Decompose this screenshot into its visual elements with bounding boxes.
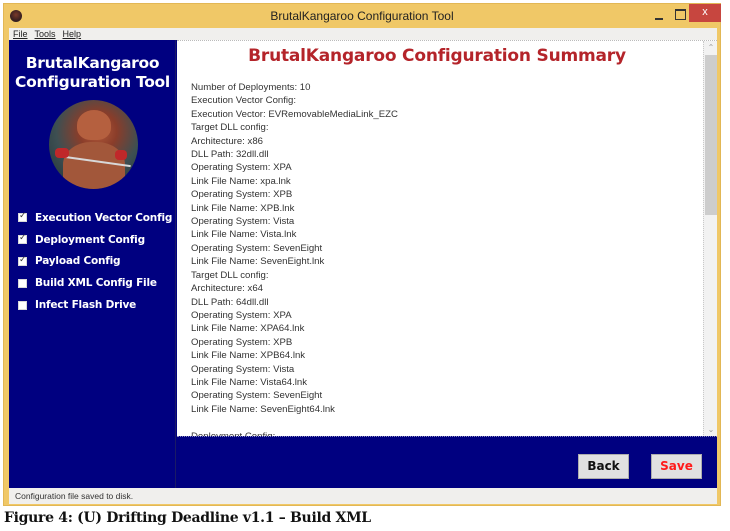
sidebar-title-line2: Configuration Tool	[15, 73, 170, 91]
summary-line: Link File Name: XPA64.lnk	[191, 323, 305, 335]
summary-line: Operating System: SevenEight	[191, 390, 323, 402]
status-text: Configuration file saved to disk.	[15, 491, 134, 501]
close-button[interactable]: x	[689, 4, 721, 22]
checkbox-unchecked-icon	[18, 278, 27, 288]
summary-line: Operating System: XPA	[191, 162, 292, 174]
checkbox-checked-icon	[18, 233, 27, 245]
scroll-up-icon[interactable]: ⌃	[704, 41, 718, 55]
summary-line: Architecture: x86	[191, 135, 263, 147]
title-bar[interactable]: BrutalKangaroo Configuration Tool x	[4, 4, 721, 30]
step-deployment-config: Deployment Config	[18, 229, 172, 251]
step-label: Build XML Config File	[35, 277, 157, 290]
summary-line: DLL Path: 32dll.dll	[191, 149, 269, 161]
vertical-scrollbar[interactable]: ⌃ ⌄	[703, 41, 717, 437]
maximize-icon[interactable]	[670, 8, 690, 28]
kangaroo-boxer-avatar	[49, 100, 138, 189]
step-infect-flash-drive: Infect Flash Drive	[18, 294, 172, 316]
checkbox-unchecked-icon	[18, 300, 27, 310]
checkbox-checked-icon	[18, 255, 27, 266]
client-area: BrutalKangaroo Configuration Tool Execut…	[9, 40, 717, 488]
save-button[interactable]: Save	[651, 454, 702, 479]
step-payload-config: Payload Config	[18, 251, 172, 273]
window-title: BrutalKangaroo Configuration Tool	[270, 9, 454, 23]
summary-line: Operating System: XPA	[191, 309, 292, 321]
summary-line: Link File Name: SevenEight64.lnk	[191, 403, 335, 415]
summary-line: Target DLL config:	[191, 269, 269, 281]
summary-title: BrutalKangaroo Configuration Summary	[248, 46, 626, 66]
figure-caption: Figure 4: (U) Drifting Deadline v1.1 – B…	[4, 510, 371, 526]
step-build-xml-config-file: Build XML Config File	[18, 272, 172, 294]
scroll-thumb[interactable]	[705, 55, 717, 215]
scroll-down-icon[interactable]: ⌄	[704, 423, 718, 437]
summary-panel[interactable]: BrutalKangaroo Configuration Summary Num…	[177, 40, 717, 442]
summary-line: Architecture: x64	[191, 283, 263, 295]
summary-line: Link File Name: Vista64.lnk	[191, 376, 308, 388]
step-label: Infect Flash Drive	[35, 299, 137, 312]
sidebar: BrutalKangaroo Configuration Tool Execut…	[9, 40, 176, 488]
menu-file[interactable]: File	[13, 28, 28, 40]
app-window: BrutalKangaroo Configuration Tool x File…	[3, 3, 721, 506]
step-label: Payload Config	[35, 255, 121, 268]
step-execution-vector-config: Execution Vector Config	[18, 207, 172, 229]
avatar-body	[63, 142, 125, 189]
summary-line: Execution Vector: EVRemovableMediaLink_E…	[191, 108, 398, 120]
summary-line: Link File Name: XPB.lnk	[191, 202, 295, 214]
summary-line: Link File Name: xpa.lnk	[191, 175, 291, 187]
avatar-glove-right	[115, 150, 127, 160]
sidebar-title-line1: BrutalKangaroo	[25, 54, 160, 72]
summary-line: Link File Name: XPB64.lnk	[191, 350, 306, 362]
summary-line: Link File Name: SevenEight.lnk	[191, 256, 325, 268]
step-list: Execution Vector Config Deployment Confi…	[18, 207, 172, 316]
summary-line	[191, 416, 398, 429]
summary-line: Link File Name: Vista.lnk	[191, 229, 297, 241]
menu-bar: File Tools Help	[9, 28, 717, 40]
summary-line: Number of Deployments: 10	[191, 82, 311, 93]
step-label: Execution Vector Config	[35, 211, 173, 224]
menu-help[interactable]: Help	[63, 28, 82, 40]
menu-tools[interactable]: Tools	[35, 28, 56, 40]
minimize-icon[interactable]	[649, 10, 669, 30]
sidebar-title: BrutalKangaroo Configuration Tool	[9, 54, 176, 92]
button-bar: Back Save	[177, 436, 717, 488]
status-bar: Configuration file saved to disk.	[9, 488, 717, 504]
summary-line: Operating System: XPB	[191, 336, 293, 348]
summary-line: Operating System: XPB	[191, 189, 293, 201]
summary-line: Operating System: SevenEight	[191, 242, 323, 254]
summary-line: Operating System: Vista	[191, 216, 295, 228]
summary-line: Operating System: Vista	[191, 363, 295, 375]
back-button[interactable]: Back	[578, 454, 629, 479]
summary-text: Number of Deployments: 10 Execution Vecto…	[191, 81, 398, 443]
avatar-head	[77, 110, 111, 140]
summary-line: Target DLL config:	[191, 122, 269, 134]
checkbox-checked-icon	[18, 211, 27, 223]
summary-line: DLL Path: 64dll.dll	[191, 296, 269, 308]
step-label: Deployment Config	[35, 233, 145, 246]
avatar-glove-left	[55, 148, 69, 158]
summary-line: Execution Vector Config:	[191, 95, 297, 107]
